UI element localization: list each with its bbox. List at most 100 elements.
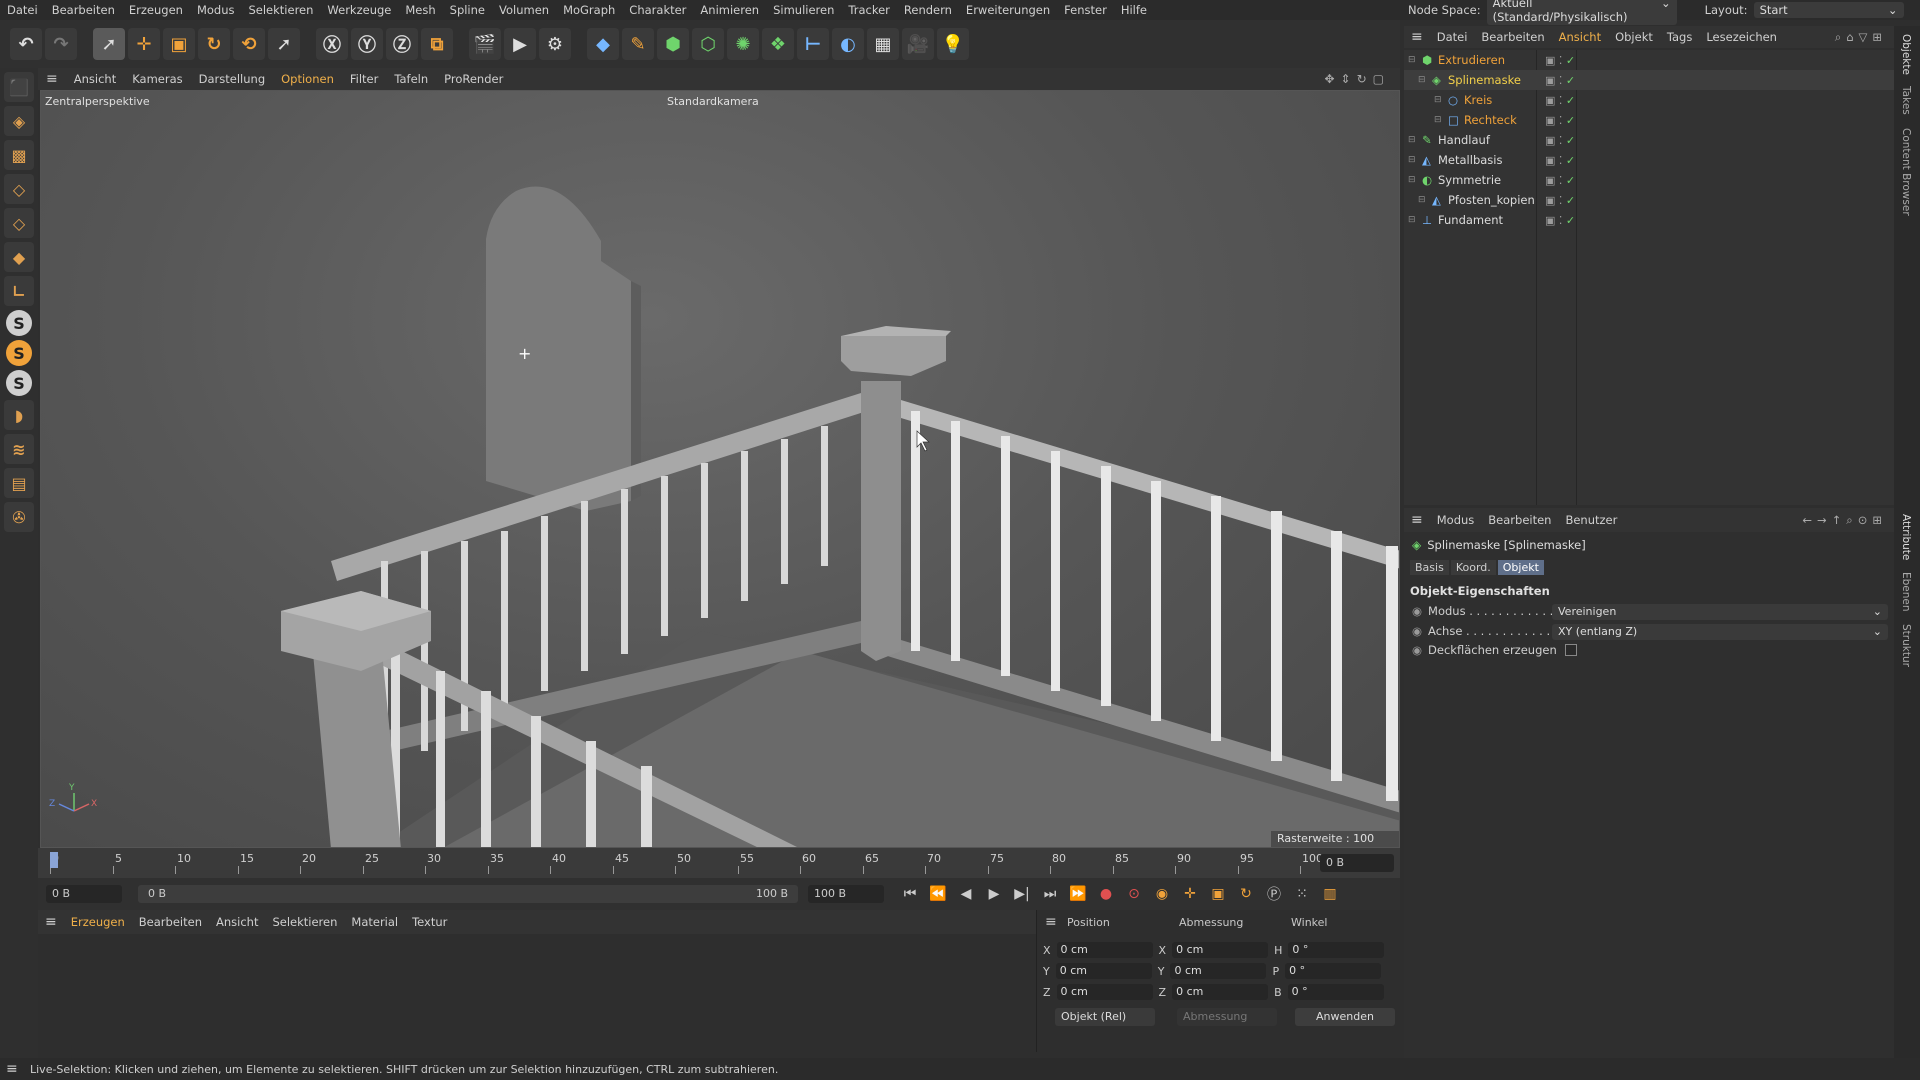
timeline-ruler[interactable]: 0510152025303540455055606570758085909510… — [38, 848, 1400, 878]
size-x-field[interactable]: 0 cm — [1172, 942, 1269, 958]
visibility-toggles[interactable]: ▣ ⁚ ✓ — [1545, 74, 1575, 87]
mat-menu-material[interactable]: Material — [344, 915, 405, 929]
quantize-icon[interactable]: ✇ — [4, 502, 34, 532]
menu-fenster[interactable]: Fenster — [1057, 3, 1114, 17]
tab-koord[interactable]: Koord. — [1450, 560, 1496, 575]
volume-icon[interactable]: ✺ — [727, 28, 759, 60]
y-axis-icon[interactable]: Ⓨ — [351, 28, 383, 60]
visibility-toggles[interactable]: ▣ ⁚ ✓ — [1545, 214, 1575, 227]
x-axis-icon[interactable]: Ⓧ — [316, 28, 348, 60]
object-row[interactable]: ⊟ ◭ Metallbasis ▣ ⁚ ✓ — [1404, 150, 1894, 170]
position-x-field[interactable]: 0 cm — [1056, 942, 1153, 958]
object-row[interactable]: ⊟ ○ Kreis ▣ ⁚ ✓ — [1404, 90, 1894, 110]
redo-icon[interactable]: ↷ — [45, 28, 77, 60]
object-name[interactable]: Symmetrie — [1438, 173, 1501, 187]
object-name[interactable]: Handlauf — [1438, 133, 1490, 147]
key-position-icon[interactable]: ✛ — [1178, 882, 1202, 906]
recent-tool-icon[interactable]: ➚ — [268, 28, 300, 60]
scale-icon[interactable]: ▣ — [163, 28, 195, 60]
axis-mode-icon[interactable]: ∟ — [4, 276, 34, 306]
end-frame-field[interactable]: 100 B — [808, 885, 884, 903]
expand-toggle-icon[interactable]: ⊟ — [1408, 135, 1416, 145]
viewport-menu-darstellung[interactable]: Darstellung — [191, 72, 273, 86]
visibility-toggles[interactable]: ▣ ⁚ ✓ — [1545, 54, 1575, 67]
next-key-icon[interactable]: ⏩ — [1066, 882, 1090, 906]
visibility-toggles[interactable]: ▣ ⁚ ✓ — [1545, 174, 1575, 187]
om-menu-objekt[interactable]: Objekt — [1608, 30, 1660, 44]
texture-mode-icon[interactable]: ▩ — [4, 140, 34, 170]
size-z-field[interactable]: 0 cm — [1172, 984, 1269, 1000]
key-scale-icon[interactable]: ▣ — [1206, 882, 1230, 906]
object-name[interactable]: Rechteck — [1464, 113, 1517, 127]
undo-icon[interactable]: ↶ — [10, 28, 42, 60]
om-menu-ansicht[interactable]: Ansicht — [1552, 30, 1608, 44]
tab-objekt[interactable]: Objekt — [1497, 560, 1544, 575]
light-icon[interactable]: 💡 — [937, 28, 969, 60]
modus-dropdown[interactable]: Vereinigen ⌄ — [1552, 604, 1888, 620]
size-y-field[interactable]: 0 cm — [1170, 963, 1267, 979]
menu-selektieren[interactable]: Selektieren — [241, 3, 320, 17]
camera-label[interactable]: Standardkamera — [667, 95, 759, 108]
live-selection-icon[interactable]: ➚ — [93, 28, 125, 60]
om-menu-bearbeiten[interactable]: Bearbeiten — [1474, 30, 1551, 44]
polygon-mode-icon[interactable]: ◆ — [4, 242, 34, 272]
field-icon[interactable]: ◐ — [832, 28, 864, 60]
magnet-icon[interactable]: ◗ — [4, 400, 34, 430]
psr-icon[interactable]: ⟲ — [233, 28, 265, 60]
position-z-field[interactable]: 0 cm — [1056, 984, 1153, 1000]
expand-toggle-icon[interactable]: ⊟ — [1408, 215, 1416, 225]
apply-button[interactable]: Anwenden — [1295, 1008, 1395, 1026]
expand-toggle-icon[interactable]: ⊟ — [1408, 55, 1416, 65]
render-picture-viewer-icon[interactable]: ▶ — [504, 28, 536, 60]
key-param-icon[interactable]: Ⓟ — [1262, 882, 1286, 906]
menu-rendern[interactable]: Rendern — [897, 3, 959, 17]
menu-modus[interactable]: Modus — [190, 3, 242, 17]
am-menu-benutzer[interactable]: Benutzer — [1558, 513, 1624, 527]
render-view-icon[interactable]: 🎬 — [469, 28, 501, 60]
hamburger-icon[interactable]: ≡ — [6, 1061, 18, 1077]
solo-icon[interactable]: S — [6, 310, 32, 336]
menu-charakter[interactable]: Charakter — [622, 3, 693, 17]
deformer-icon[interactable]: ⊢ — [797, 28, 829, 60]
current-frame-field[interactable]: 0 B — [1320, 854, 1394, 872]
caps-checkbox[interactable] — [1564, 644, 1577, 656]
prev-key-icon[interactable]: ⏪ — [926, 882, 950, 906]
side-tab-content-browser[interactable]: Content Browser — [1900, 128, 1912, 216]
mat-menu-bearbeiten[interactable]: Bearbeiten — [132, 915, 209, 929]
menu-animieren[interactable]: Animieren — [693, 3, 766, 17]
viewport-menu-optionen[interactable]: Optionen — [273, 72, 342, 86]
rotation-h-field[interactable]: 0 ° — [1288, 942, 1385, 958]
om-menu-lesezeichen[interactable]: Lesezeichen — [1699, 30, 1784, 44]
menu-bearbeiten[interactable]: Bearbeiten — [45, 3, 122, 17]
viewport-menu-ansicht[interactable]: Ansicht — [66, 72, 124, 86]
visibility-toggles[interactable]: ▣ ⁚ ✓ — [1545, 154, 1575, 167]
object-name[interactable]: Splinemaske — [1448, 73, 1521, 87]
cloner-icon[interactable]: ❖ — [762, 28, 794, 60]
menu-mesh[interactable]: Mesh — [398, 3, 442, 17]
om-menu-tags[interactable]: Tags — [1660, 30, 1699, 44]
side-tab-takes[interactable]: Takes — [1900, 86, 1912, 115]
achse-dropdown[interactable]: XY (entlang Z) ⌄ — [1552, 624, 1888, 640]
mat-menu-ansicht[interactable]: Ansicht — [209, 915, 265, 929]
model-mode-icon[interactable]: ◈ — [4, 106, 34, 136]
play-icon[interactable]: ▶ — [982, 882, 1006, 906]
object-row[interactable]: ⊟ ◈ Splinemaske ▣ ⁚ ✓ — [1404, 70, 1894, 90]
object-name[interactable]: Kreis — [1464, 93, 1492, 107]
visibility-toggles[interactable]: ▣ ⁚ ✓ — [1545, 114, 1575, 127]
timeline-window-icon[interactable]: ▥ — [1318, 882, 1342, 906]
menu-hilfe[interactable]: Hilfe — [1114, 3, 1154, 17]
menu-simulieren[interactable]: Simulieren — [766, 3, 841, 17]
render-settings-icon[interactable]: ⚙ — [539, 28, 571, 60]
mat-menu-selektieren[interactable]: Selektieren — [265, 915, 344, 929]
visibility-toggles[interactable]: ▣ ⁚ ✓ — [1545, 94, 1575, 107]
menu-tracker[interactable]: Tracker — [841, 3, 897, 17]
menu-volumen[interactable]: Volumen — [492, 3, 556, 17]
playhead[interactable] — [50, 852, 58, 868]
hamburger-icon[interactable]: ≡ — [1404, 512, 1430, 528]
tab-basis[interactable]: Basis — [1410, 560, 1449, 575]
pen-spline-icon[interactable]: ✎ — [622, 28, 654, 60]
side-tab-attribute[interactable]: Attribute — [1900, 514, 1912, 560]
menu-erzeugen[interactable]: Erzeugen — [122, 3, 190, 17]
cube-icon[interactable]: ◆ — [587, 28, 619, 60]
object-name[interactable]: Metallbasis — [1438, 153, 1502, 167]
